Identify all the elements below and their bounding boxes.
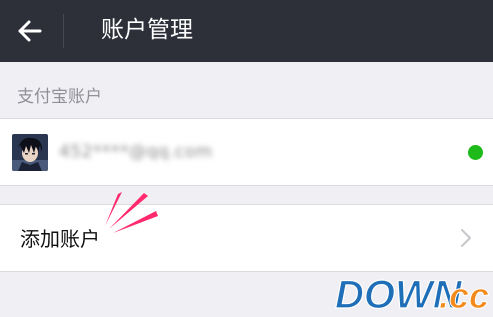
topbar-divider — [63, 14, 64, 48]
chevron-right-icon — [461, 229, 471, 247]
page-title: 账户管理 — [101, 17, 193, 43]
avatar — [12, 134, 48, 171]
highlight-burst-marks — [105, 192, 158, 233]
top-navigation-bar: 账户管理 — [0, 0, 493, 62]
down-cc-watermark-logo: DOWN .cc — [334, 272, 489, 315]
add-account-button[interactable]: 添加账户 — [0, 204, 493, 272]
back-button[interactable] — [10, 13, 50, 49]
account-status-dot — [468, 145, 483, 160]
account-name: 452****@qq.com — [59, 142, 213, 162]
watermark-suffix-text: .cc — [439, 275, 489, 315]
add-account-label: 添加账户 — [20, 227, 100, 251]
section-header-alipay: 支付宝账户 — [17, 87, 102, 107]
arrow-left-icon — [18, 20, 42, 42]
alipay-account-row[interactable]: 452****@qq.com — [0, 118, 493, 186]
